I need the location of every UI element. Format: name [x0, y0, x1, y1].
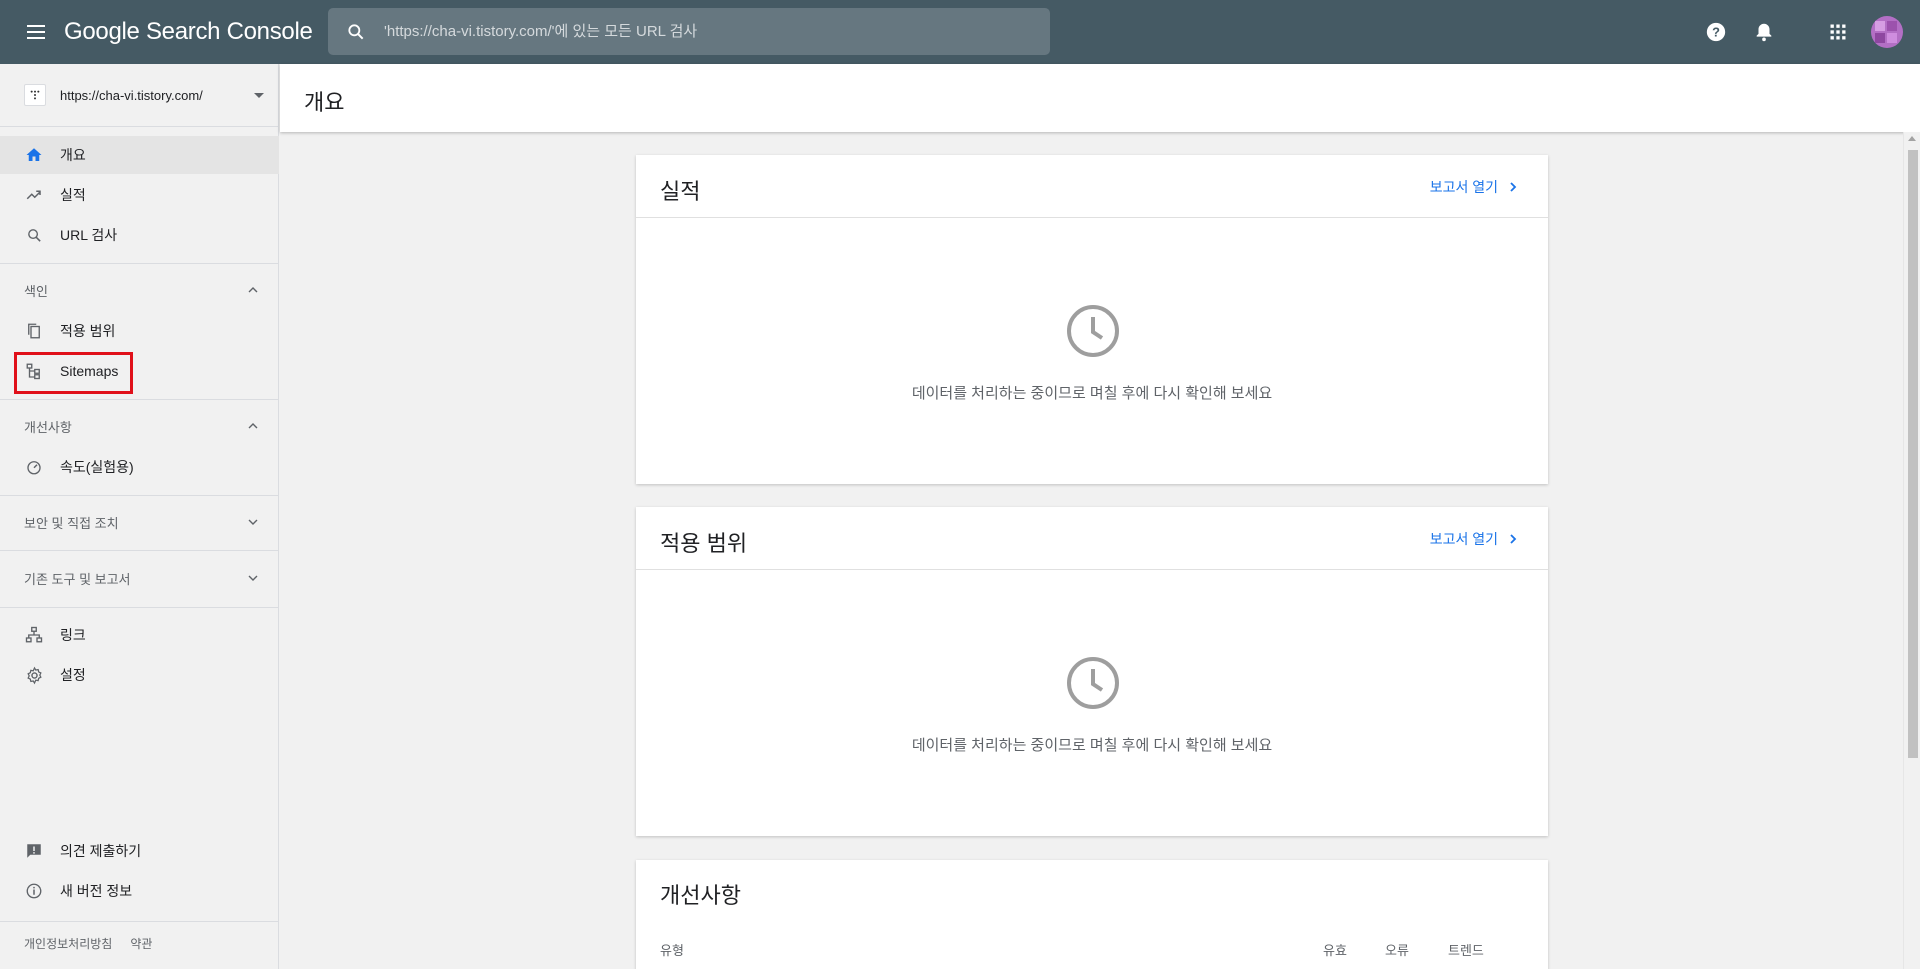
url-inspection-search[interactable]: [328, 8, 1050, 55]
processing-message: 데이터를 처리하는 중이므로 며칠 후에 다시 확인해 보세요: [911, 385, 1273, 402]
search-input[interactable]: [384, 23, 1050, 40]
scroll-thumb[interactable]: [1908, 150, 1918, 758]
divider: [0, 263, 279, 264]
card-title: 개선사항: [660, 883, 741, 908]
enhancements-card: 개선사항 유형 유효 오류 트렌드: [636, 860, 1548, 969]
section-label: 기존 도구 및 보고서: [24, 571, 131, 587]
property-url: https://cha-vi.tistory.com/: [60, 87, 203, 103]
home-icon: [24, 145, 44, 165]
section-security[interactable]: 보안 및 직접 조치: [0, 503, 279, 541]
search-icon: [348, 23, 364, 39]
page-header: 개요: [280, 64, 1920, 132]
page-title: 개요: [304, 90, 345, 115]
links-network-icon: [24, 625, 44, 645]
sidebar-item-label: 새 버전 정보: [60, 883, 133, 899]
section-label: 개선사항: [24, 419, 72, 435]
chevron-up-icon: [248, 287, 258, 293]
dropdown-arrow-icon: [254, 93, 264, 98]
sidebar-item-url-inspection[interactable]: URL 검사: [0, 216, 279, 254]
sidebar-item-settings[interactable]: 설정: [0, 656, 279, 694]
section-label: 보안 및 직접 조치: [24, 515, 119, 531]
open-report-label: 보고서 열기: [1429, 179, 1498, 195]
chevron-up-icon: [248, 423, 258, 429]
column-trend: 트렌드: [1448, 943, 1484, 958]
section-label: 색인: [24, 283, 48, 299]
column-type: 유형: [660, 943, 684, 958]
menu-icon[interactable]: [22, 18, 50, 46]
sidebar-item-label: 실적: [60, 187, 86, 203]
section-index[interactable]: 색인: [0, 271, 279, 309]
open-report-link[interactable]: 보고서 열기: [1430, 529, 1518, 549]
card-title: 적용 범위: [660, 531, 748, 556]
main-scrollbar[interactable]: [1903, 132, 1920, 969]
info-icon: [24, 881, 44, 901]
divider: [0, 550, 279, 551]
notifications-bell-icon[interactable]: [1752, 20, 1776, 44]
sidebar-item-speed[interactable]: 속도(실험용): [0, 448, 279, 486]
open-report-label: 보고서 열기: [1429, 531, 1498, 547]
coverage-card: 적용 범위 보고서 열기 데이터를 처리하는 중이므로 며칠 후에 다시 확인해…: [636, 507, 1548, 836]
property-favicon-icon: [24, 84, 46, 106]
account-avatar[interactable]: [1871, 16, 1903, 48]
footer-links: 개인정보처리방침 약관: [24, 935, 152, 952]
help-icon[interactable]: ?: [1704, 20, 1728, 44]
feedback-icon: [24, 841, 44, 861]
sidebar-item-overview[interactable]: 개요: [0, 136, 279, 174]
search-icon: [24, 225, 44, 245]
sidebar-item-label: 설정: [60, 667, 86, 683]
sidebar-item-label: 적용 범위: [60, 323, 116, 339]
sidebar-item-whats-new[interactable]: 새 버전 정보: [0, 872, 279, 910]
divider: [0, 399, 279, 400]
section-legacy[interactable]: 기존 도구 및 보고서: [0, 559, 279, 597]
sidebar-item-performance[interactable]: 실적: [0, 176, 279, 214]
chevron-right-icon: [1510, 534, 1517, 544]
chevron-down-icon: [248, 519, 258, 525]
processing-message: 데이터를 처리하는 중이므로 며칠 후에 다시 확인해 보세요: [911, 737, 1273, 754]
card-header: 실적 보고서 열기: [636, 155, 1548, 218]
sidebar-item-label: 의견 제출하기: [60, 843, 142, 859]
speedometer-icon: [24, 457, 44, 477]
trending-up-icon: [24, 185, 44, 205]
sidebar-item-links[interactable]: 링크: [0, 616, 279, 654]
clock-icon: [1067, 305, 1119, 357]
performance-card: 실적 보고서 열기 데이터를 처리하는 중이므로 며칠 후에 다시 확인해 보세…: [636, 155, 1548, 484]
app-logo[interactable]: Google Search Console: [64, 18, 313, 46]
svg-text:?: ?: [1712, 25, 1720, 40]
column-errors: 오류: [1385, 943, 1409, 958]
top-app-bar: Google Search Console ?: [0, 0, 1920, 64]
gear-icon: [24, 665, 44, 685]
terms-link[interactable]: 약관: [130, 935, 152, 952]
sitemaps-highlight-box: [14, 352, 133, 394]
card-title: 실적: [660, 179, 701, 204]
column-valid: 유효: [1323, 943, 1347, 958]
sidebar-item-coverage[interactable]: 적용 범위: [0, 312, 279, 350]
property-selector[interactable]: https://cha-vi.tistory.com/: [0, 64, 278, 127]
card-header: 적용 범위 보고서 열기: [636, 507, 1548, 570]
privacy-link[interactable]: 개인정보처리방침: [24, 935, 112, 952]
section-enhancements[interactable]: 개선사항: [0, 407, 279, 445]
divider: [0, 921, 279, 922]
sidebar-item-label: 링크: [60, 627, 86, 643]
scroll-up-arrow-icon[interactable]: [1908, 136, 1916, 141]
sidebar-item-label: URL 검사: [60, 227, 118, 243]
sidebar-item-label: 개요: [60, 147, 86, 163]
copy-pages-icon: [24, 321, 44, 341]
sidebar: https://cha-vi.tistory.com/ 개요 실적 URL 검사…: [0, 64, 279, 969]
open-report-link[interactable]: 보고서 열기: [1430, 177, 1518, 197]
sidebar-item-label: 속도(실험용): [60, 459, 134, 475]
sidebar-item-feedback[interactable]: 의견 제출하기: [0, 832, 279, 870]
chevron-right-icon: [1510, 182, 1517, 192]
clock-icon: [1067, 657, 1119, 709]
chevron-down-icon: [248, 575, 258, 581]
apps-grid-icon[interactable]: [1826, 20, 1850, 44]
divider: [0, 607, 279, 608]
divider: [0, 495, 279, 496]
